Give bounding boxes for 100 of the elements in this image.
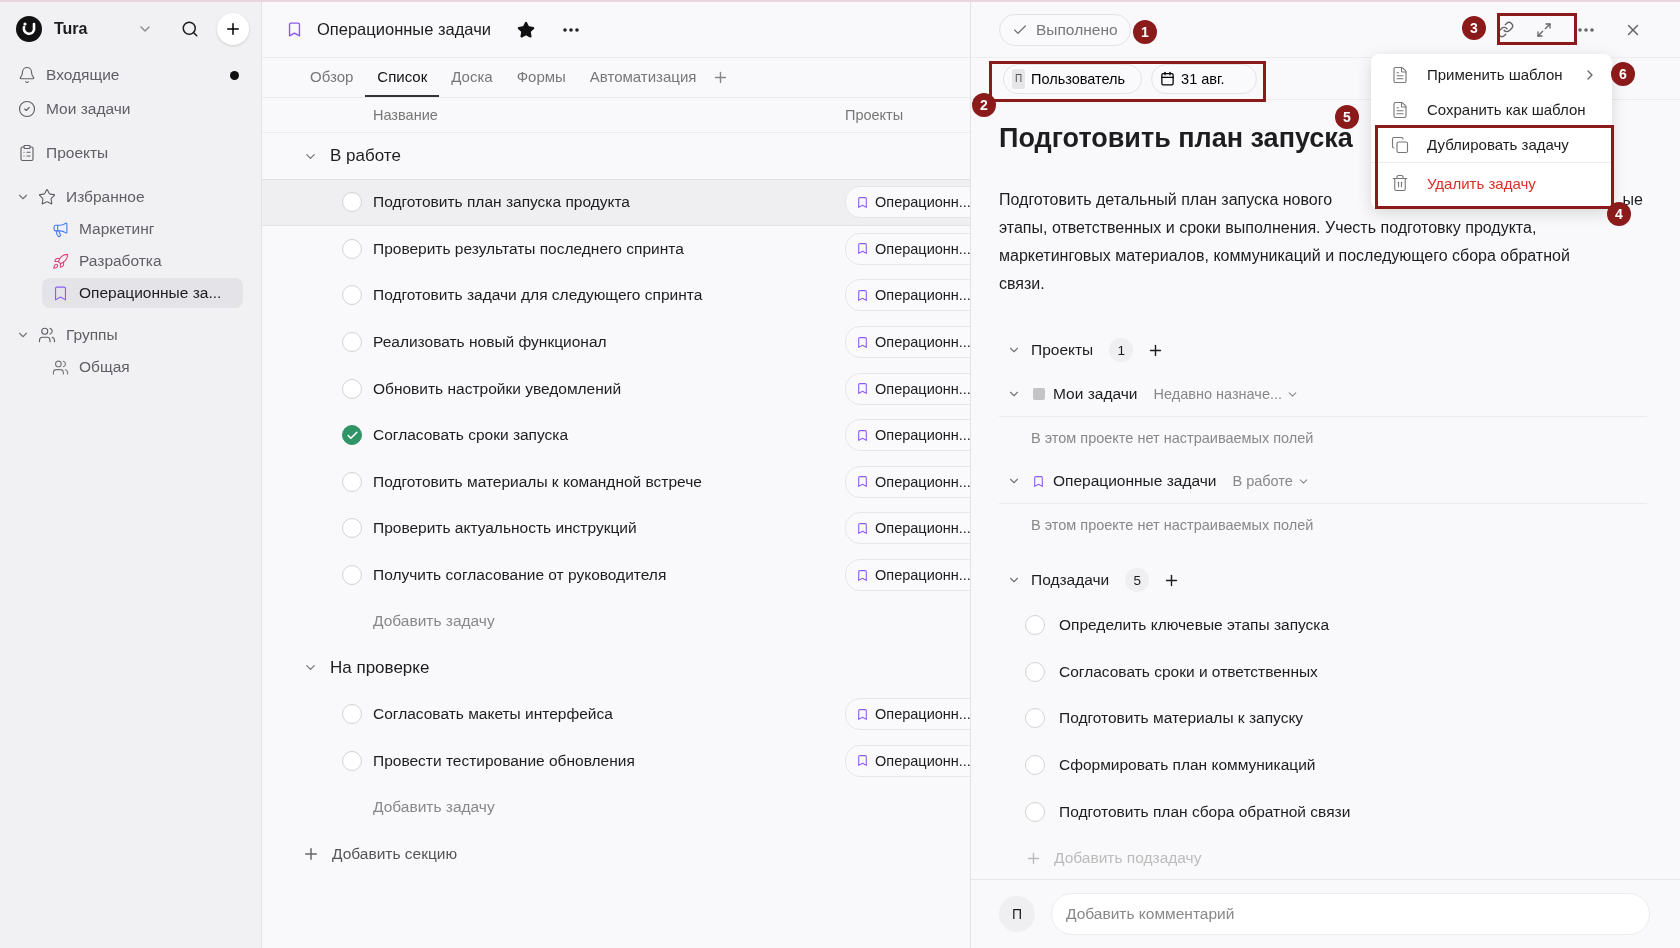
sidebar-item[interactable]: Разработка xyxy=(42,246,243,276)
task-row[interactable]: Проверить результаты последнего спринта Операционн... xyxy=(262,225,970,273)
project-tag[interactable]: Операционн... xyxy=(845,186,970,219)
document-icon xyxy=(1391,100,1409,119)
project-tag[interactable]: Операционн... xyxy=(845,512,970,545)
subtask-checkbox[interactable] xyxy=(1025,755,1045,776)
project-tag[interactable]: Операционн... xyxy=(845,232,970,265)
bookmark-icon xyxy=(856,242,869,256)
project-tag[interactable]: Операционн... xyxy=(845,372,970,405)
subtask-title[interactable]: Подготовить план сбора обратной связи xyxy=(1059,802,1351,821)
project-tag[interactable]: Операционн... xyxy=(845,744,970,777)
subtask-checkbox[interactable] xyxy=(1025,708,1045,729)
subtask-title[interactable]: Подготовить материалы к запуску xyxy=(1059,709,1304,728)
project-title: Операционные задачи xyxy=(317,20,491,39)
task-title: Подготовить материалы к командной встрече xyxy=(373,472,703,491)
task-row[interactable]: Провести тестирование обновления Операционн... xyxy=(262,737,970,785)
project-name[interactable]: Мои задачи xyxy=(1053,385,1138,403)
section-title: На проверке xyxy=(330,657,430,678)
task-title: Проверить результаты последнего спринта xyxy=(373,239,685,258)
copy-icon xyxy=(1391,135,1409,154)
task-checkbox[interactable] xyxy=(342,425,362,446)
document-icon xyxy=(1391,65,1409,84)
check-circle-icon xyxy=(18,100,36,118)
task-title: Проверить актуальность инструкций xyxy=(373,519,638,538)
sidebar-item[interactable]: Мои задачи xyxy=(18,94,243,124)
bookmark-icon xyxy=(856,335,869,349)
tab[interactable]: Обзор xyxy=(298,58,366,97)
bookmark-icon xyxy=(1032,474,1045,488)
tab[interactable]: Формы xyxy=(504,58,578,97)
project-tag[interactable]: Операционн... xyxy=(845,279,970,312)
project-tag[interactable]: Операционн... xyxy=(845,465,970,498)
callout-number: 1 xyxy=(1133,20,1157,44)
tab[interactable]: Доска xyxy=(439,58,505,97)
task-row[interactable]: Подготовить задачи для следующего спринта Операционн... xyxy=(262,272,970,319)
megaphone-icon xyxy=(52,220,69,238)
add-button[interactable] xyxy=(217,13,249,45)
task-row[interactable]: Согласовать макеты интерфейса Операционн... xyxy=(262,690,970,738)
bookmark-icon xyxy=(856,289,869,302)
comment-field[interactable]: Добавить комментарий xyxy=(1051,893,1650,935)
subtask-checkbox[interactable] xyxy=(1025,801,1045,822)
task-row[interactable]: Проверить актуальность инструкций Операционн... xyxy=(262,505,970,552)
calendar-icon xyxy=(1160,71,1176,86)
project-tag[interactable]: Операционн... xyxy=(845,326,970,359)
section-title: Подзадачи xyxy=(1031,571,1110,589)
complete-button[interactable]: Выполнено xyxy=(999,13,1131,46)
assignee-chip[interactable]: П Пользователь xyxy=(1003,63,1143,94)
task-row[interactable]: Подготовить план запуска продукта Операционн... xyxy=(262,179,970,226)
tab[interactable]: Автоматизация xyxy=(577,58,709,97)
bookmark-icon xyxy=(856,521,869,535)
subtask-title[interactable]: Сформировать план коммуникаций xyxy=(1059,756,1316,775)
task-title: Получить согласование от руководителя xyxy=(373,566,668,585)
subtask-checkbox[interactable] xyxy=(1025,661,1045,682)
bookmark-icon xyxy=(286,21,303,38)
sidebar-item[interactable]: Маркетинг xyxy=(42,214,243,244)
callout-number: 6 xyxy=(1611,62,1635,86)
task-row[interactable]: Получить согласование от руководителя Операционн... xyxy=(262,551,970,599)
project-tag[interactable]: Операционн... xyxy=(845,559,970,592)
bookmark-icon xyxy=(856,195,869,209)
more-icon[interactable] xyxy=(563,27,579,32)
task-row[interactable]: Подготовить материалы к командной встрече Операционн... xyxy=(262,458,970,506)
sidebar-group[interactable]: Группы xyxy=(16,320,243,350)
task-title: Подготовить задачи для следующего спринта xyxy=(373,286,704,305)
check-icon xyxy=(345,428,359,442)
sidebar-item[interactable]: Операционные за... xyxy=(42,278,243,308)
people-icon xyxy=(52,358,69,376)
description-text: Подготовить детальный план запуска нового xyxy=(999,190,1333,210)
workspace-name[interactable]: Tura xyxy=(54,20,88,38)
project-tag[interactable]: Операционн... xyxy=(845,419,970,452)
subtask-checkbox[interactable] xyxy=(1025,615,1045,636)
callout-number: 5 xyxy=(1335,105,1359,129)
due-date-chip[interactable]: 31 авг. xyxy=(1151,63,1258,94)
tab[interactable]: Список xyxy=(365,58,440,97)
add-section-link[interactable]: Добавить секцию xyxy=(332,844,458,863)
task-row[interactable]: Согласовать сроки запуска Операционн... xyxy=(262,411,970,459)
bookmark-icon xyxy=(856,382,869,396)
trash-icon xyxy=(1391,174,1409,192)
menu-item[interactable]: Сохранить как шаблон xyxy=(1371,92,1612,127)
sidebar-item[interactable]: Общая xyxy=(42,352,243,382)
project-name[interactable]: Операционные задачи xyxy=(1053,472,1217,490)
clipboard-icon xyxy=(18,144,36,162)
task-row[interactable]: Реализовать новый функционал Операционн... xyxy=(262,318,970,366)
menu-item[interactable]: Применить шаблон xyxy=(1371,57,1612,92)
subtask-title[interactable]: Определить ключевые этапы запуска xyxy=(1059,616,1330,635)
column-header: Проекты xyxy=(845,107,904,123)
task-title: Подготовить план запуска продукта xyxy=(373,193,631,212)
star-icon[interactable] xyxy=(517,20,535,39)
sidebar-item[interactable]: Входящие xyxy=(18,60,243,90)
task-title: Согласовать сроки запуска xyxy=(373,426,570,445)
empty-note: В этом проекте нет настраиваемых полей xyxy=(1030,516,1315,535)
menu-item[interactable]: Удалить задачу xyxy=(1371,162,1612,203)
expand-icon xyxy=(1536,21,1552,38)
sidebar-group[interactable]: Избранное xyxy=(16,182,243,212)
sidebar-item[interactable]: Проекты xyxy=(18,138,243,168)
subtask-title[interactable]: Согласовать сроки и ответственных xyxy=(1059,662,1318,681)
menu-item[interactable]: Дублировать задачу xyxy=(1371,127,1612,162)
task-row[interactable]: Обновить настройки уведомлений Операционн... xyxy=(262,365,970,412)
project-tag[interactable]: Операционн... xyxy=(845,698,970,731)
bookmark-icon xyxy=(856,428,869,442)
search-icon[interactable] xyxy=(181,20,199,38)
star-icon xyxy=(38,188,56,206)
